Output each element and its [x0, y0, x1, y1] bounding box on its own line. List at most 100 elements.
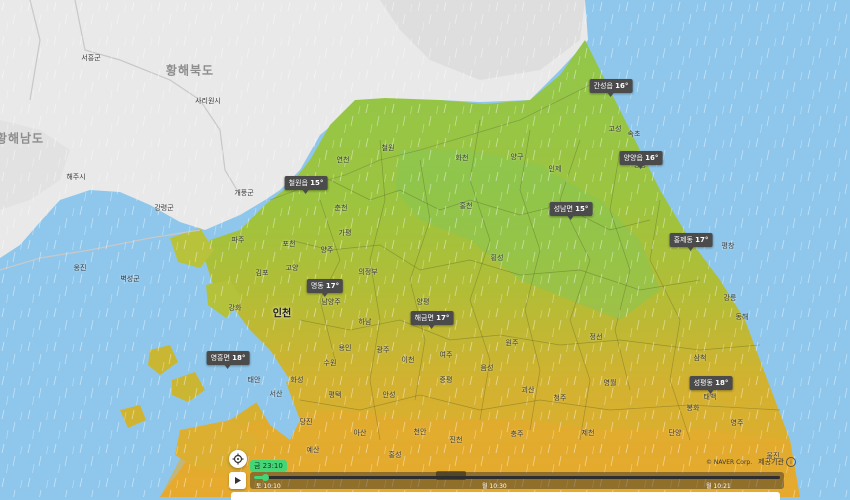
place-label: 삼척 [693, 354, 707, 362]
play-button[interactable] [229, 472, 246, 489]
place-label: 횡성 [490, 254, 504, 262]
weather-marker-temp: 16° [615, 82, 629, 90]
place-label: 김포 [255, 269, 269, 277]
place-label: 광주 [376, 346, 390, 354]
weather-map[interactable]: 황해북도 황해남도 인천 서흥군 개풍군 사리원시 해주시 강령군 벽성군 연천 철원 화천 양구 인제 고… [0, 0, 850, 497]
info-icon: i [785, 457, 796, 467]
place-label: 화성 [290, 376, 304, 384]
place-label: 양구 [510, 153, 524, 161]
place-label: 천안 [413, 428, 427, 436]
weather-marker[interactable]: 홍제동 17° [669, 233, 713, 251]
weather-marker-temp: 18° [715, 379, 729, 387]
weather-marker-place: 간성읍 [593, 82, 616, 90]
weather-marker[interactable]: 철원읍 15° [284, 176, 328, 194]
weather-marker[interactable]: 영흥면 18° [206, 351, 250, 369]
place-label: 영월 [603, 379, 617, 387]
place-label: 옹진 [73, 264, 87, 272]
weather-marker[interactable]: 성남면 15° [549, 202, 593, 220]
weather-marker-place: 해금면 [414, 314, 437, 322]
weather-marker-place: 명동 [310, 282, 326, 290]
timeline-tick-label: 월 10:21 [706, 483, 731, 490]
place-label: 파주 [231, 236, 245, 244]
weather-marker[interactable]: 성평동 18° [689, 376, 733, 394]
place-label: 영주 [730, 419, 744, 427]
place-label: 평택 [328, 391, 342, 399]
place-label: 인제 [548, 165, 562, 173]
place-label: 아산 [353, 429, 367, 437]
naver-credit: © NAVER Corp. [706, 458, 753, 466]
place-label: 연천 [336, 156, 350, 164]
place-label: 고성 [608, 125, 622, 133]
place-label: 강령군 [154, 204, 174, 212]
place-label: 속초 [627, 130, 641, 138]
place-label: 홍성 [388, 451, 402, 459]
place-label: 황해남도 [0, 131, 45, 146]
place-label: 제천 [581, 429, 595, 437]
place-label: 의정부 [358, 268, 378, 276]
timeline-track[interactable] [254, 474, 780, 481]
place-label: 양주 [320, 246, 334, 254]
place-label: 강릉 [723, 294, 737, 302]
place-label: 당진 [299, 418, 313, 426]
place-label: 황해북도 [165, 63, 215, 78]
weather-marker-temp: 18° [232, 354, 246, 362]
place-label: 고양 [285, 264, 299, 272]
weather-marker[interactable]: 해금면 17° [410, 311, 454, 329]
crosshair-icon [232, 453, 244, 465]
weather-marker-temp: 17° [436, 314, 450, 322]
place-label: 충주 [510, 430, 524, 438]
weather-marker-temp: 17° [325, 282, 340, 290]
timeline-tick-label: 토 10:10 [256, 483, 281, 490]
locate-button[interactable] [229, 450, 247, 468]
weather-marker-temp: 16° [645, 154, 659, 162]
data-provider-label: 제공기관 [758, 458, 784, 466]
place-label: 안성 [382, 391, 396, 399]
place-label: 남양주 [321, 298, 341, 306]
timeline-scrubber[interactable] [261, 474, 269, 481]
place-label: 수원 [323, 359, 337, 367]
place-label: 화천 [455, 154, 469, 162]
place-label: 용인 [338, 344, 352, 352]
weather-marker[interactable]: 명동 17° [306, 279, 344, 297]
weather-marker-place: 영흥면 [210, 354, 233, 362]
data-provider-link[interactable]: 제공기관 i [758, 457, 796, 467]
place-label: 봉화 [686, 404, 700, 412]
weather-marker[interactable]: 양양읍 16° [619, 151, 663, 169]
place-label: 단양 [668, 429, 682, 437]
place-label: 벽성군 [120, 275, 140, 283]
timeline-tick-label: 월 10:30 [482, 483, 507, 490]
place-label: 여주 [439, 351, 453, 359]
place-label: 음성 [480, 364, 494, 372]
place-label: 청주 [553, 394, 567, 402]
weather-marker-place: 성남면 [553, 205, 576, 213]
weather-marker[interactable]: 간성읍 16° [589, 79, 633, 97]
place-label: 태안 [247, 376, 261, 384]
current-time-badge: 금 23:10 [250, 460, 287, 472]
weather-marker-place: 홍제동 [673, 236, 696, 244]
place-label: 평창 [721, 242, 735, 250]
place-label: 홍천 [459, 202, 473, 210]
place-label: 철원 [381, 144, 395, 152]
weather-marker-temp: 17° [695, 236, 709, 244]
place-label: 서산 [269, 390, 283, 398]
place-label: 개풍군 [234, 189, 254, 197]
place-label: 괴산 [521, 386, 535, 394]
place-label: 원주 [505, 339, 519, 347]
place-label: 서흥군 [81, 54, 101, 62]
bottom-sheet-handle[interactable] [231, 492, 780, 500]
place-label: 동해 [735, 313, 749, 321]
place-label: 사리원시 [195, 97, 221, 105]
place-label: 하남 [358, 318, 372, 326]
weather-marker-temp: 15° [310, 179, 324, 187]
weather-marker-place: 철원읍 [288, 179, 311, 187]
play-icon [235, 477, 241, 484]
place-label: 진천 [449, 436, 463, 444]
weather-marker-temp: 15° [575, 205, 589, 213]
place-label: 가평 [338, 229, 352, 237]
place-label: 증평 [439, 376, 453, 384]
map-attribution: © NAVER Corp. 제공기관 i [706, 457, 796, 467]
place-label: 정선 [589, 333, 603, 341]
weather-marker-place: 성평동 [693, 379, 716, 387]
place-label: 해주시 [66, 173, 86, 181]
timeline-bar[interactable]: 토 10:10 월 10:30 월 10:21 [250, 472, 784, 490]
